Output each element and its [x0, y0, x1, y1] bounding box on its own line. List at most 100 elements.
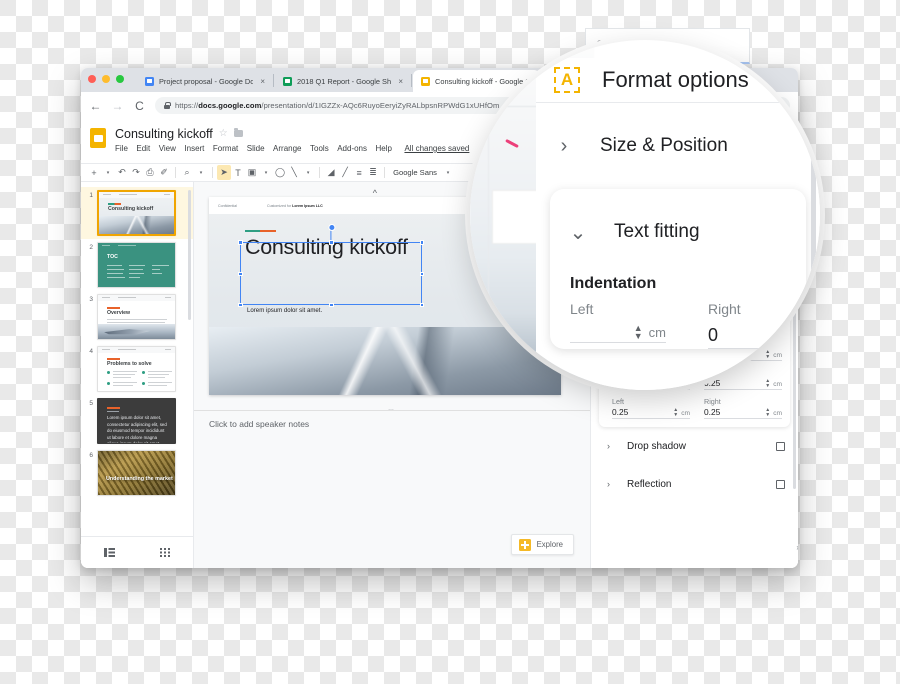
- slide-thumbnail-5[interactable]: Lorem ipsum dolor sit amet, consectetur …: [97, 398, 176, 444]
- filmstrip-scrollbar[interactable]: [188, 190, 191, 320]
- field-value[interactable]: 0.25: [704, 407, 762, 417]
- padding-right-field[interactable]: Right 0.25 ▲ ▼ cm: [704, 397, 782, 419]
- resize-handle-tl[interactable]: [238, 240, 243, 245]
- close-window-button[interactable]: [88, 75, 96, 83]
- browser-tab-sheets[interactable]: 2018 Q1 Report - Google Shee ×: [275, 70, 410, 92]
- grid-view-icon[interactable]: [160, 547, 171, 557]
- menu-addons[interactable]: Add-ons: [337, 144, 367, 153]
- paint-format-icon[interactable]: ✐: [157, 165, 171, 180]
- panel-scrollbar[interactable]: [811, 128, 816, 308]
- browser-tab-docs[interactable]: Project proposal - Google Doc ×: [137, 70, 272, 92]
- list-item[interactable]: 1 Consulting kickoff: [81, 187, 193, 239]
- menu-slide[interactable]: Slide: [247, 144, 265, 153]
- resize-handle-ml[interactable]: [238, 271, 243, 276]
- fill-color-icon[interactable]: ◢: [324, 165, 338, 180]
- line-icon[interactable]: ╲: [287, 165, 301, 180]
- resize-handle-mr[interactable]: [419, 271, 424, 276]
- redo-icon[interactable]: ↷: [129, 165, 143, 180]
- image-caret-icon[interactable]: ▾: [259, 165, 273, 180]
- new-slide-button[interactable]: +: [87, 165, 101, 180]
- menu-edit[interactable]: Edit: [136, 144, 150, 153]
- zoom-caret-icon[interactable]: ▾: [194, 165, 208, 180]
- forward-icon[interactable]: →: [111, 100, 124, 112]
- undo-icon[interactable]: ↶: [115, 165, 129, 180]
- slide-subtitle-text[interactable]: Lorem ipsum dolor sit amet.: [247, 307, 322, 314]
- notes-resize-grip[interactable]: …: [388, 406, 396, 412]
- speaker-notes-placeholder[interactable]: Click to add speaker notes: [209, 419, 309, 429]
- slide-thumbnail-2[interactable]: TOC: [97, 242, 176, 288]
- textbox-icon[interactable]: T: [231, 165, 245, 180]
- menu-arrange[interactable]: Arrange: [273, 144, 301, 153]
- indent-left-field[interactable]: Left ▲▼ cm: [570, 301, 666, 349]
- shape-icon[interactable]: ◯: [273, 165, 287, 180]
- collapse-panel-icon[interactable]: ^: [373, 188, 377, 198]
- maximize-window-button[interactable]: [116, 75, 124, 83]
- resize-handle-bc[interactable]: [329, 302, 334, 307]
- font-name-selector[interactable]: Google Sans: [389, 168, 441, 177]
- section-text-fitting-header[interactable]: ⌄ Text fitting: [550, 189, 806, 275]
- padding-left-field[interactable]: Left 0.25 ▲ ▼ cm: [612, 397, 690, 419]
- list-item[interactable]: 5 Lorem ipsum dolor sit amet, consectetu…: [81, 395, 193, 447]
- list-item[interactable]: 6 Understanding the market: [81, 447, 193, 499]
- list-item[interactable]: 4 Problems to solve: [81, 343, 193, 395]
- menu-insert[interactable]: Insert: [184, 144, 204, 153]
- close-icon[interactable]: ×: [790, 69, 802, 92]
- list-item[interactable]: 2 TOC: [81, 239, 193, 291]
- section-size-position[interactable]: › Size & Position: [536, 103, 820, 189]
- line-spacing-icon[interactable]: ≣: [366, 165, 380, 180]
- align-icon[interactable]: ≡: [352, 165, 366, 180]
- menu-help[interactable]: Help: [376, 144, 392, 153]
- reload-icon[interactable]: C: [133, 100, 146, 112]
- collapse-panel-icon[interactable]: ^: [508, 67, 516, 85]
- selection-box[interactable]: [238, 223, 424, 307]
- menu-view[interactable]: View: [159, 144, 176, 153]
- new-slide-caret-icon[interactable]: ▾: [101, 165, 115, 180]
- panel-collapse-icon[interactable]: ›: [796, 543, 798, 552]
- close-icon[interactable]: ×: [398, 77, 403, 86]
- menu-file[interactable]: File: [115, 144, 128, 153]
- filmstrip-scroll[interactable]: 1 Consulting kickoff 2 TOC 3 Overview 4 …: [81, 182, 193, 536]
- section-reflection[interactable]: › Reflection: [591, 465, 798, 503]
- print-icon[interactable]: ⎙: [143, 165, 157, 180]
- star-icon[interactable]: ☆: [219, 128, 228, 139]
- slide-thumbnail-4[interactable]: Problems to solve: [97, 346, 176, 392]
- resize-handle-tr[interactable]: [419, 240, 424, 245]
- explore-button[interactable]: Explore: [510, 534, 574, 555]
- zoom-icon[interactable]: ⌕: [180, 165, 194, 180]
- resize-handle-bl[interactable]: [238, 302, 243, 307]
- line-caret-icon[interactable]: ▾: [301, 165, 315, 180]
- field-value[interactable]: 0.25: [612, 407, 670, 417]
- stepper-icon[interactable]: ▲▼: [673, 408, 678, 418]
- image-icon[interactable]: ▣: [245, 165, 259, 180]
- slide-thumbnail-1[interactable]: Consulting kickoff: [97, 190, 176, 236]
- stepper-icon[interactable]: ▲▼: [634, 323, 643, 340]
- folder-icon[interactable]: [233, 128, 243, 137]
- reflection-checkbox[interactable]: [776, 479, 785, 489]
- menu-tools[interactable]: Tools: [310, 144, 329, 153]
- resize-handle-tc[interactable]: [329, 240, 334, 245]
- select-tool-icon[interactable]: ➤: [217, 165, 231, 180]
- list-item[interactable]: 3 Overview: [81, 291, 193, 343]
- stepper-icon[interactable]: ▲▼: [772, 329, 781, 346]
- document-title[interactable]: Consulting kickoff: [115, 127, 213, 141]
- thumb-body: Lorem ipsum dolor sit amet, consectetur …: [107, 415, 167, 444]
- font-caret-icon[interactable]: ▾: [441, 165, 455, 180]
- line-color-icon[interactable]: ╱: [338, 165, 352, 180]
- sheets-icon: [283, 76, 292, 86]
- section-drop-shadow[interactable]: › Drop shadow: [591, 427, 798, 465]
- slide-thumbnail-3[interactable]: Overview: [97, 294, 176, 340]
- drop-shadow-checkbox[interactable]: [776, 441, 785, 451]
- back-icon[interactable]: ←: [89, 100, 102, 112]
- close-icon[interactable]: ×: [260, 77, 265, 86]
- resize-handle-br[interactable]: [419, 302, 424, 307]
- stepper-icon[interactable]: ▲▼: [765, 408, 770, 418]
- chevron-right-icon: ›: [607, 479, 610, 489]
- slide-number: 2: [89, 244, 93, 251]
- indent-right-field[interactable]: Right 0 ▲▼ cm: [708, 301, 804, 349]
- filmstrip-view-icon[interactable]: [103, 547, 115, 557]
- field-value[interactable]: 0: [708, 325, 766, 346]
- slide-thumbnail-6[interactable]: Understanding the market: [97, 450, 176, 496]
- window-controls[interactable]: [88, 75, 124, 83]
- menu-format[interactable]: Format: [213, 144, 238, 153]
- minimize-window-button[interactable]: [102, 75, 110, 83]
